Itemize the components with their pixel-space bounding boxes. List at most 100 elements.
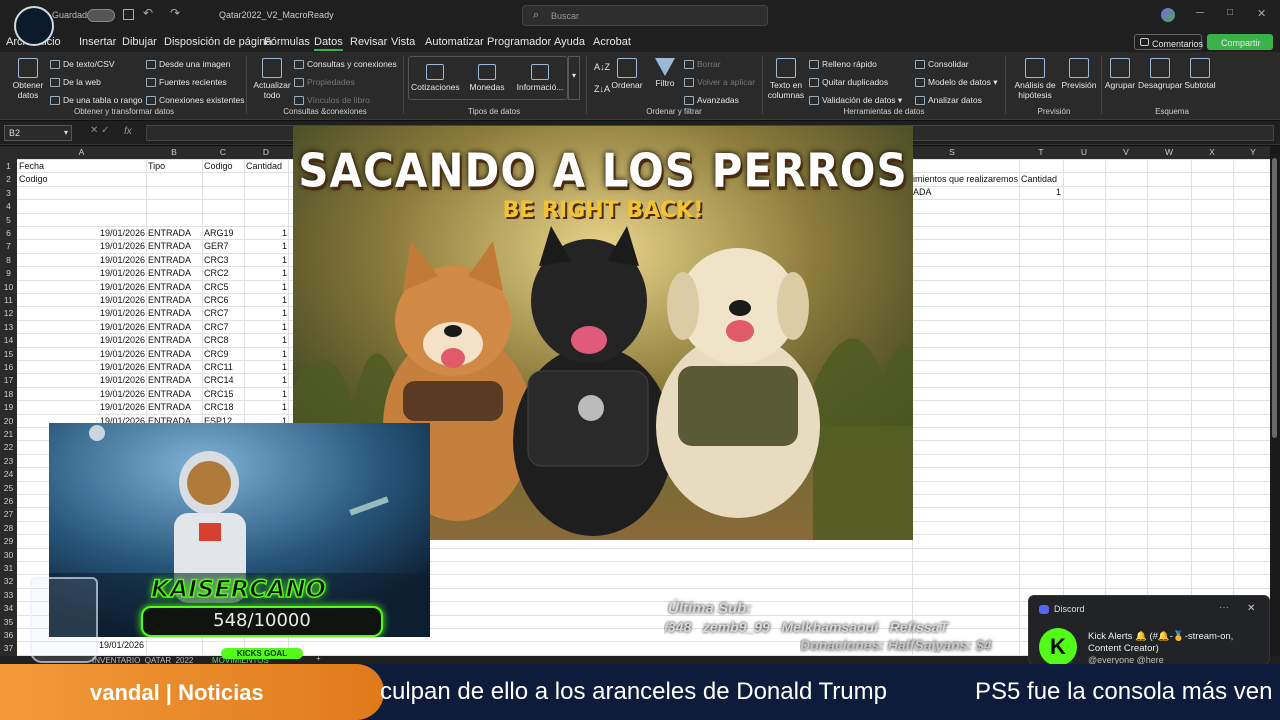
cell-s2[interactable]: imientos que realizaremos — [913, 174, 1018, 184]
col-v[interactable]: V — [1105, 147, 1147, 157]
col-b[interactable]: B — [146, 147, 202, 157]
validation-button[interactable]: Validación de datos ▾ — [809, 95, 902, 106]
row-header[interactable]: 34 — [0, 603, 17, 613]
row-header[interactable]: 16 — [0, 362, 17, 372]
forecast-button[interactable]: Previsión — [1060, 58, 1098, 90]
row-header[interactable]: 28 — [0, 523, 17, 533]
col-w[interactable]: W — [1147, 147, 1191, 157]
header-codigo[interactable]: Codigo — [204, 161, 233, 171]
table-cell[interactable]: 19/01/2026 — [85, 241, 145, 251]
table-cell[interactable]: CRC9 — [204, 349, 229, 359]
menu-automatizar[interactable]: Automatizar — [425, 36, 484, 48]
queries-conn-button[interactable]: Consultas y conexiones — [294, 59, 397, 70]
menu-vista[interactable]: Vista — [391, 36, 415, 48]
table-cell[interactable]: CRC6 — [204, 295, 229, 305]
row-header[interactable]: 36 — [0, 630, 17, 640]
table-cell[interactable]: 1 — [227, 241, 287, 251]
row-header[interactable]: 31 — [0, 563, 17, 573]
table-cell[interactable]: CRC5 — [204, 282, 229, 292]
row-header[interactable]: 3 — [0, 188, 17, 198]
table-cell[interactable]: 19/01/2026 — [85, 255, 145, 265]
table-cell[interactable]: CRC7 — [204, 308, 229, 318]
col-x[interactable]: X — [1191, 147, 1233, 157]
autosave-toggle[interactable] — [87, 9, 115, 22]
col-a[interactable]: A — [17, 147, 146, 157]
row-header[interactable]: 26 — [0, 496, 17, 506]
more-options-icon[interactable]: ··· — [1219, 602, 1229, 613]
col-c[interactable]: C — [202, 147, 244, 157]
table-cell[interactable]: ENTRADA — [148, 295, 191, 305]
table-cell[interactable]: 1 — [227, 255, 287, 265]
table-cell[interactable]: 1 — [227, 322, 287, 332]
table-cell[interactable]: 1 — [227, 308, 287, 318]
row-header[interactable]: 23 — [0, 456, 17, 466]
scroll-thumb[interactable] — [1272, 158, 1277, 438]
menu-insertar[interactable]: Insertar — [79, 36, 116, 48]
col-y[interactable]: Y — [1233, 147, 1270, 157]
row-header[interactable]: 27 — [0, 509, 17, 519]
menu-programador[interactable]: Programador — [487, 36, 551, 48]
close-icon[interactable]: ✕ — [1257, 7, 1266, 20]
refresh-all-button[interactable]: Actualizar todo — [252, 58, 292, 100]
notification-close-icon[interactable]: ✕ — [1247, 603, 1255, 614]
table-cell[interactable]: CRC7 — [204, 322, 229, 332]
minimize-icon[interactable]: ─ — [1196, 7, 1204, 19]
from-web-button[interactable]: De la web — [50, 77, 101, 88]
table-cell[interactable]: ENTRADA — [148, 228, 191, 238]
table-cell[interactable]: 1 — [227, 402, 287, 412]
row-header[interactable]: 6 — [0, 228, 17, 238]
row-header[interactable]: 19 — [0, 402, 17, 412]
table-cell[interactable]: ENTRADA — [148, 362, 191, 372]
existing-conn-button[interactable]: Conexiones existentes — [146, 95, 245, 106]
consolidate-button[interactable]: Consolidar — [915, 59, 969, 70]
cancel-check-icons[interactable]: ✕ ✓ — [90, 125, 110, 136]
row-header[interactable]: 25 — [0, 483, 17, 493]
table-cell[interactable]: 1 — [227, 282, 287, 292]
header-cantidad[interactable]: Cantidad — [246, 161, 282, 171]
row-header[interactable]: 9 — [0, 268, 17, 278]
table-cell[interactable]: 19/01/2026 — [85, 389, 145, 399]
row-header[interactable]: 35 — [0, 617, 17, 627]
table-cell[interactable]: ENTRADA — [148, 308, 191, 318]
from-image-button[interactable]: Desde una imagen — [146, 59, 230, 70]
row-header[interactable]: 1 — [0, 161, 17, 171]
menu-datos[interactable]: Datos — [314, 36, 343, 51]
maximize-icon[interactable]: □ — [1227, 7, 1233, 18]
comments-button[interactable]: Comentarios — [1134, 34, 1203, 50]
get-data-button[interactable]: Obtener datos — [10, 58, 46, 100]
table-cell[interactable]: ENTRADA — [148, 349, 191, 359]
row-header[interactable]: 21 — [0, 429, 17, 439]
menu-acrobat[interactable]: Acrobat — [593, 36, 631, 48]
header-tipo[interactable]: Tipo — [148, 161, 165, 171]
name-box[interactable]: B2 ▾ — [4, 125, 72, 141]
row-header[interactable]: 2 — [0, 174, 17, 184]
table-cell[interactable]: ENTRADA — [148, 335, 191, 345]
table-cell[interactable]: 19/01/2026 — [85, 268, 145, 278]
copilot-icon[interactable] — [1161, 8, 1175, 22]
recent-sources-button[interactable]: Fuentes recientes — [146, 77, 227, 88]
table-cell[interactable]: 19/01/2026 — [85, 295, 145, 305]
group-button[interactable]: Agrupar — [1104, 58, 1136, 90]
table-cell[interactable]: 19/01/2026 — [85, 322, 145, 332]
row-header[interactable]: 32 — [0, 576, 17, 586]
cell-a37[interactable]: 19/01/2026 — [99, 640, 144, 650]
data-model-button[interactable]: Modelo de datos ▾ — [915, 77, 998, 88]
table-cell[interactable]: 1 — [227, 349, 287, 359]
add-sheet-icon[interactable]: + — [316, 654, 321, 663]
menu-dibujar[interactable]: Dibujar — [122, 36, 157, 48]
analyze-button[interactable]: Analizar datos — [915, 95, 982, 106]
sort-za-icon[interactable]: Z↓A — [594, 84, 610, 94]
remove-dup-button[interactable]: Quitar duplicados — [809, 77, 888, 88]
row-header[interactable]: 29 — [0, 536, 17, 546]
table-cell[interactable]: CRC2 — [204, 268, 229, 278]
table-cell[interactable]: 1 — [227, 389, 287, 399]
row-header[interactable]: 33 — [0, 590, 17, 600]
fx-icon[interactable]: fx — [124, 126, 132, 137]
table-cell[interactable]: 19/01/2026 — [85, 375, 145, 385]
text-csv-button[interactable]: De texto/CSV — [50, 59, 115, 70]
table-cell[interactable]: 19/01/2026 — [85, 228, 145, 238]
table-cell[interactable]: ENTRADA — [148, 268, 191, 278]
table-cell[interactable]: 19/01/2026 — [85, 308, 145, 318]
table-cell[interactable]: 19/01/2026 — [85, 349, 145, 359]
menu-ayuda[interactable]: Ayuda — [554, 36, 585, 48]
